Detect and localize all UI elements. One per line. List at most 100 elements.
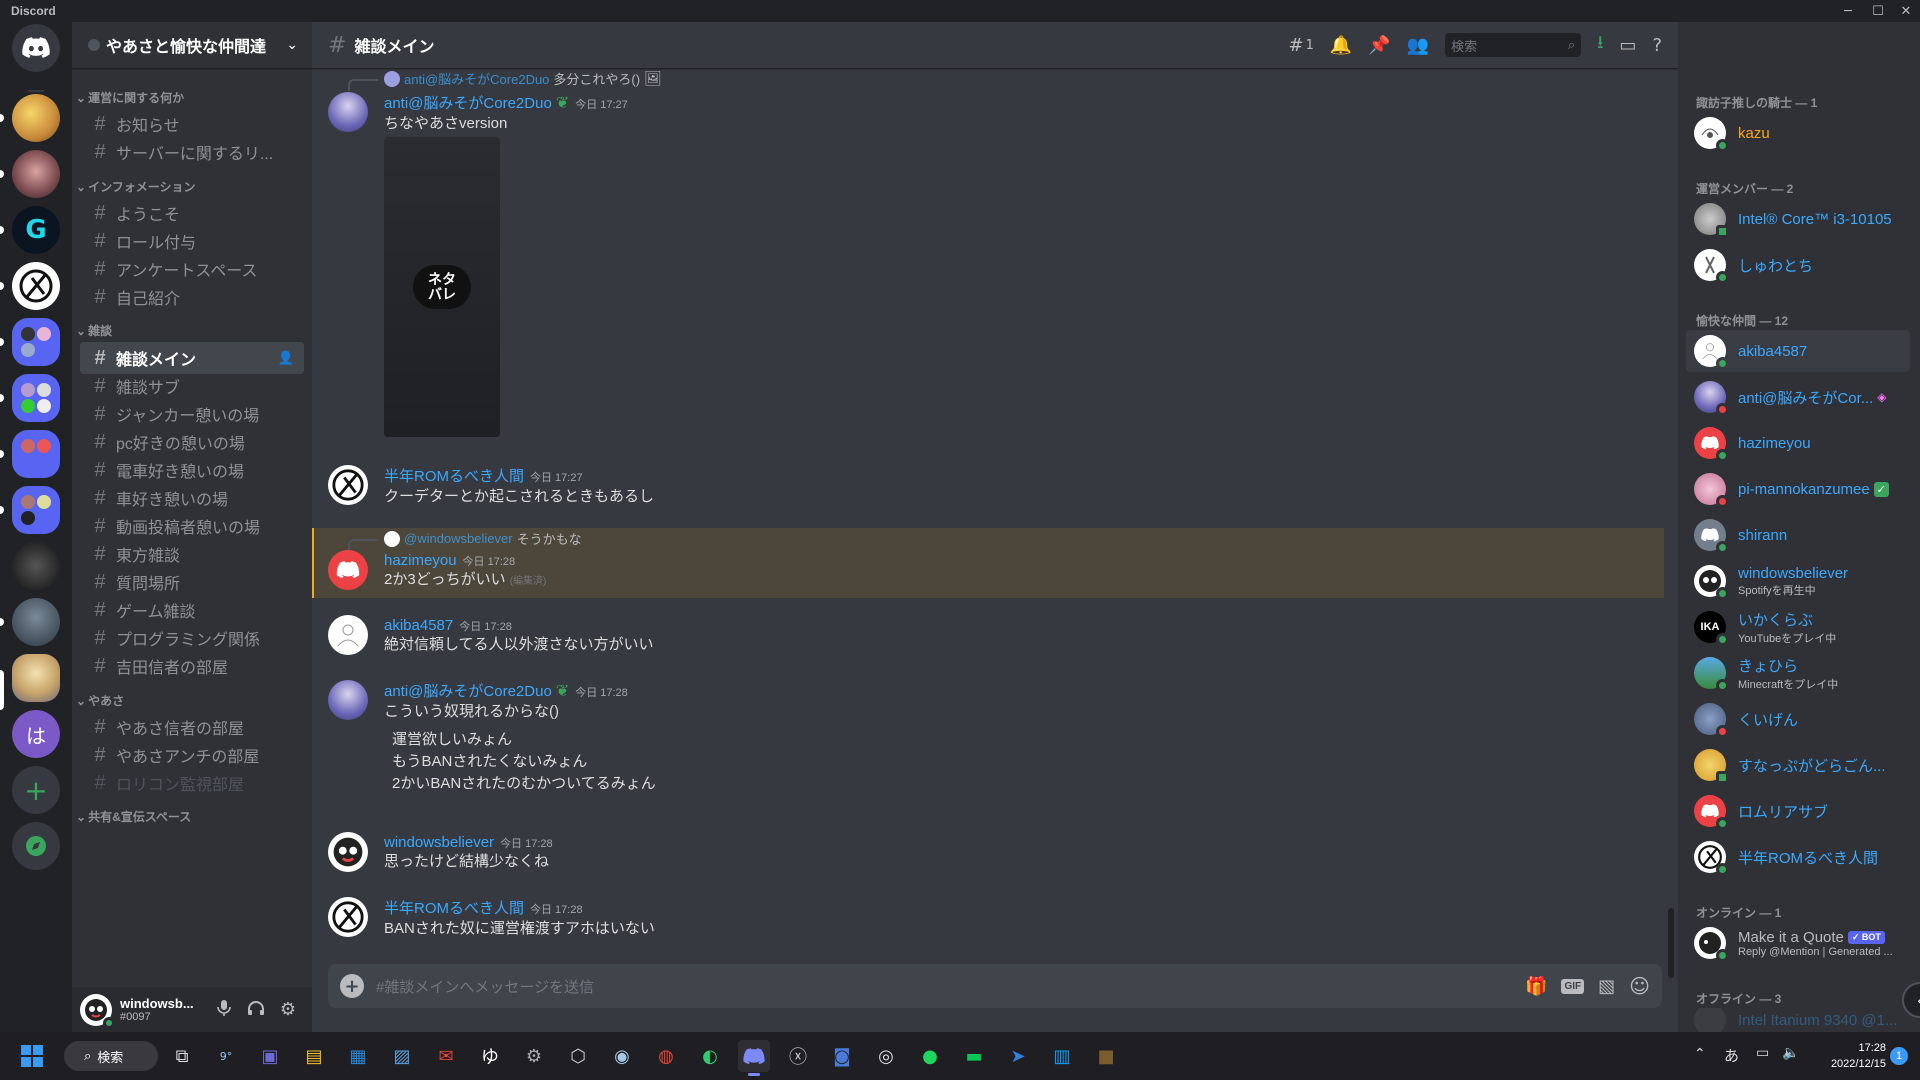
- power-automate-icon[interactable]: ➤: [1002, 1040, 1034, 1072]
- server-folder-2[interactable]: [12, 374, 60, 422]
- member-item[interactable]: windowsbeliever Spotifyを再生中: [1686, 560, 1910, 602]
- scrollbar[interactable]: [1668, 908, 1674, 978]
- headphones-icon[interactable]: [240, 1000, 272, 1020]
- maximize-icon[interactable]: ☐: [1864, 0, 1892, 22]
- member-item[interactable]: hazimeyou: [1686, 422, 1910, 464]
- obs-icon[interactable]: ◎: [870, 1040, 902, 1072]
- server-header[interactable]: やあさと愉快な仲間達 ⌄: [72, 22, 312, 69]
- message-author[interactable]: hazimeyou: [384, 552, 457, 569]
- file-explorer-icon[interactable]: ▤: [298, 1040, 330, 1072]
- member-item-selected[interactable]: akiba4587: [1686, 330, 1910, 372]
- speaker-icon[interactable]: 🔈: [1782, 1045, 1799, 1061]
- member-item-offline[interactable]: Intel Itanium 9340 @1...: [1686, 1008, 1910, 1032]
- channel-item[interactable]: # 自己紹介: [80, 281, 304, 313]
- category-share[interactable]: ⌄ 共有&宣伝スペース: [76, 808, 191, 825]
- server-icon-active[interactable]: [12, 654, 60, 702]
- steam-icon[interactable]: ◉: [606, 1040, 638, 1072]
- unity-icon[interactable]: ⬡: [562, 1040, 594, 1072]
- server-folder-4[interactable]: [12, 486, 60, 534]
- chrome-icon[interactable]: ◍: [650, 1040, 682, 1072]
- member-item[interactable]: ロムリアサブ: [1686, 790, 1910, 832]
- discord-taskbar-icon[interactable]: [738, 1040, 770, 1076]
- store-icon[interactable]: ▥: [1046, 1040, 1078, 1072]
- channel-item-muted[interactable]: # ロリコン監視部屋: [80, 767, 304, 799]
- minecraft-icon[interactable]: ■: [1090, 1040, 1122, 1072]
- app-ime-icon[interactable]: ゆ: [474, 1040, 506, 1072]
- channel-item[interactable]: # サーバーに関するリ...: [80, 136, 304, 168]
- network-icon[interactable]: ▭: [1756, 1045, 1769, 1061]
- category-admin[interactable]: ⌄ 運営に関する何か: [76, 89, 184, 106]
- server-folder-3[interactable]: [12, 430, 60, 478]
- message-author[interactable]: anti@脳みそがCore2Duo: [384, 683, 552, 700]
- threads-icon[interactable]: # 1: [1288, 35, 1313, 56]
- server-icon-ha[interactable]: は: [12, 710, 60, 758]
- reply-preview[interactable]: anti@脳みそがCore2Duo 多分これやろ() 🖼: [384, 69, 662, 88]
- search-input[interactable]: 検索 ⌕: [1445, 33, 1582, 57]
- member-item[interactable]: しゅわとち: [1686, 244, 1910, 286]
- avatar[interactable]: [328, 680, 368, 720]
- member-item[interactable]: IKA いかくらぶ YouTubeをプレイ中: [1686, 606, 1910, 648]
- add-server-icon[interactable]: +: [12, 766, 60, 814]
- member-item[interactable]: anti@脳みそがCor... ◈: [1686, 376, 1910, 418]
- download-icon[interactable]: ⭳: [1597, 30, 1603, 60]
- inbox-icon[interactable]: ▭: [1619, 35, 1636, 56]
- avatar[interactable]: [328, 550, 368, 590]
- gif-button[interactable]: GIF: [1561, 978, 1585, 994]
- ime-indicator[interactable]: あ: [1724, 1045, 1739, 1066]
- message-author[interactable]: anti@脳みそがCore2Duo: [384, 95, 552, 112]
- weather-icon[interactable]: 9°: [210, 1040, 242, 1072]
- server-icon-photo[interactable]: [12, 598, 60, 646]
- server-icon-ozcool[interactable]: G: [12, 206, 60, 254]
- server-icon-anime[interactable]: [12, 94, 60, 142]
- notification-badge[interactable]: 1: [1890, 1047, 1908, 1065]
- settings-icon[interactable]: ⚙: [518, 1040, 550, 1072]
- emoji-icon[interactable]: ☺: [1629, 974, 1650, 998]
- task-view-icon[interactable]: ⧉: [166, 1040, 198, 1072]
- bell-icon[interactable]: 🔔: [1330, 35, 1352, 56]
- avatar[interactable]: [328, 615, 368, 655]
- member-item[interactable]: くいげん: [1686, 698, 1910, 740]
- channel-item[interactable]: # 吉田信者の部屋: [80, 650, 304, 682]
- category-yaasa[interactable]: ⌄ やあさ: [76, 692, 124, 709]
- member-item[interactable]: shirann: [1686, 514, 1910, 556]
- member-item[interactable]: kazu: [1686, 112, 1910, 154]
- message-author[interactable]: akiba4587: [384, 617, 453, 634]
- teams-icon[interactable]: ▣: [254, 1040, 286, 1072]
- message-author[interactable]: windowsbeliever: [384, 834, 494, 851]
- edge-icon[interactable]: ◐: [694, 1040, 726, 1072]
- spotify-icon[interactable]: ●: [914, 1040, 946, 1072]
- xbox-icon[interactable]: ⓧ: [782, 1040, 814, 1072]
- message-author[interactable]: 半年ROMるべき人間: [384, 468, 524, 485]
- avatar[interactable]: [328, 897, 368, 937]
- gear-icon[interactable]: ⚙: [272, 999, 304, 1020]
- avatar[interactable]: [328, 92, 368, 132]
- minimize-icon[interactable]: ─: [1834, 0, 1862, 22]
- member-item[interactable]: Intel® Core™ i3-10105: [1686, 198, 1910, 240]
- message-author[interactable]: 半年ROMるべき人間: [384, 900, 524, 917]
- home-button[interactable]: [12, 24, 60, 72]
- server-icon-compass[interactable]: [12, 262, 60, 310]
- gift-icon[interactable]: 🎁: [1525, 976, 1547, 997]
- server-folder-1[interactable]: [12, 318, 60, 366]
- line-icon[interactable]: ▬: [958, 1040, 990, 1072]
- app-blue-icon[interactable]: ◙: [826, 1040, 858, 1072]
- category-chat[interactable]: ⌄ 雑談: [76, 322, 112, 339]
- tray-chevron-icon[interactable]: ⌃: [1694, 1046, 1706, 1062]
- server-icon-person[interactable]: [12, 150, 60, 198]
- category-info[interactable]: ⌄ インフォメーション: [76, 178, 195, 195]
- gmail-icon[interactable]: ✉: [430, 1040, 462, 1072]
- avatar[interactable]: [80, 993, 115, 1029]
- avatar[interactable]: [328, 832, 368, 872]
- taskbar-search[interactable]: ⌕ 検索: [64, 1041, 158, 1071]
- photos-icon[interactable]: ▨: [386, 1040, 418, 1072]
- explore-icon[interactable]: [12, 822, 60, 870]
- attach-plus-icon[interactable]: +: [340, 974, 364, 998]
- message-input[interactable]: #雑談メインへメッセージを送信: [376, 976, 1511, 997]
- clock[interactable]: 17:28 2022/12/15: [1808, 1040, 1886, 1072]
- members-icon[interactable]: 👥: [1407, 35, 1429, 56]
- sticker-icon[interactable]: ▧: [1598, 976, 1615, 997]
- reply-preview[interactable]: @windowsbeliever そうかもな: [384, 529, 582, 548]
- close-icon[interactable]: ✕: [1892, 0, 1920, 22]
- server-icon-dark[interactable]: [12, 542, 60, 590]
- member-item[interactable]: Make it a Quote ✓ BOT Reply @Mention | Gen…: [1686, 922, 1910, 964]
